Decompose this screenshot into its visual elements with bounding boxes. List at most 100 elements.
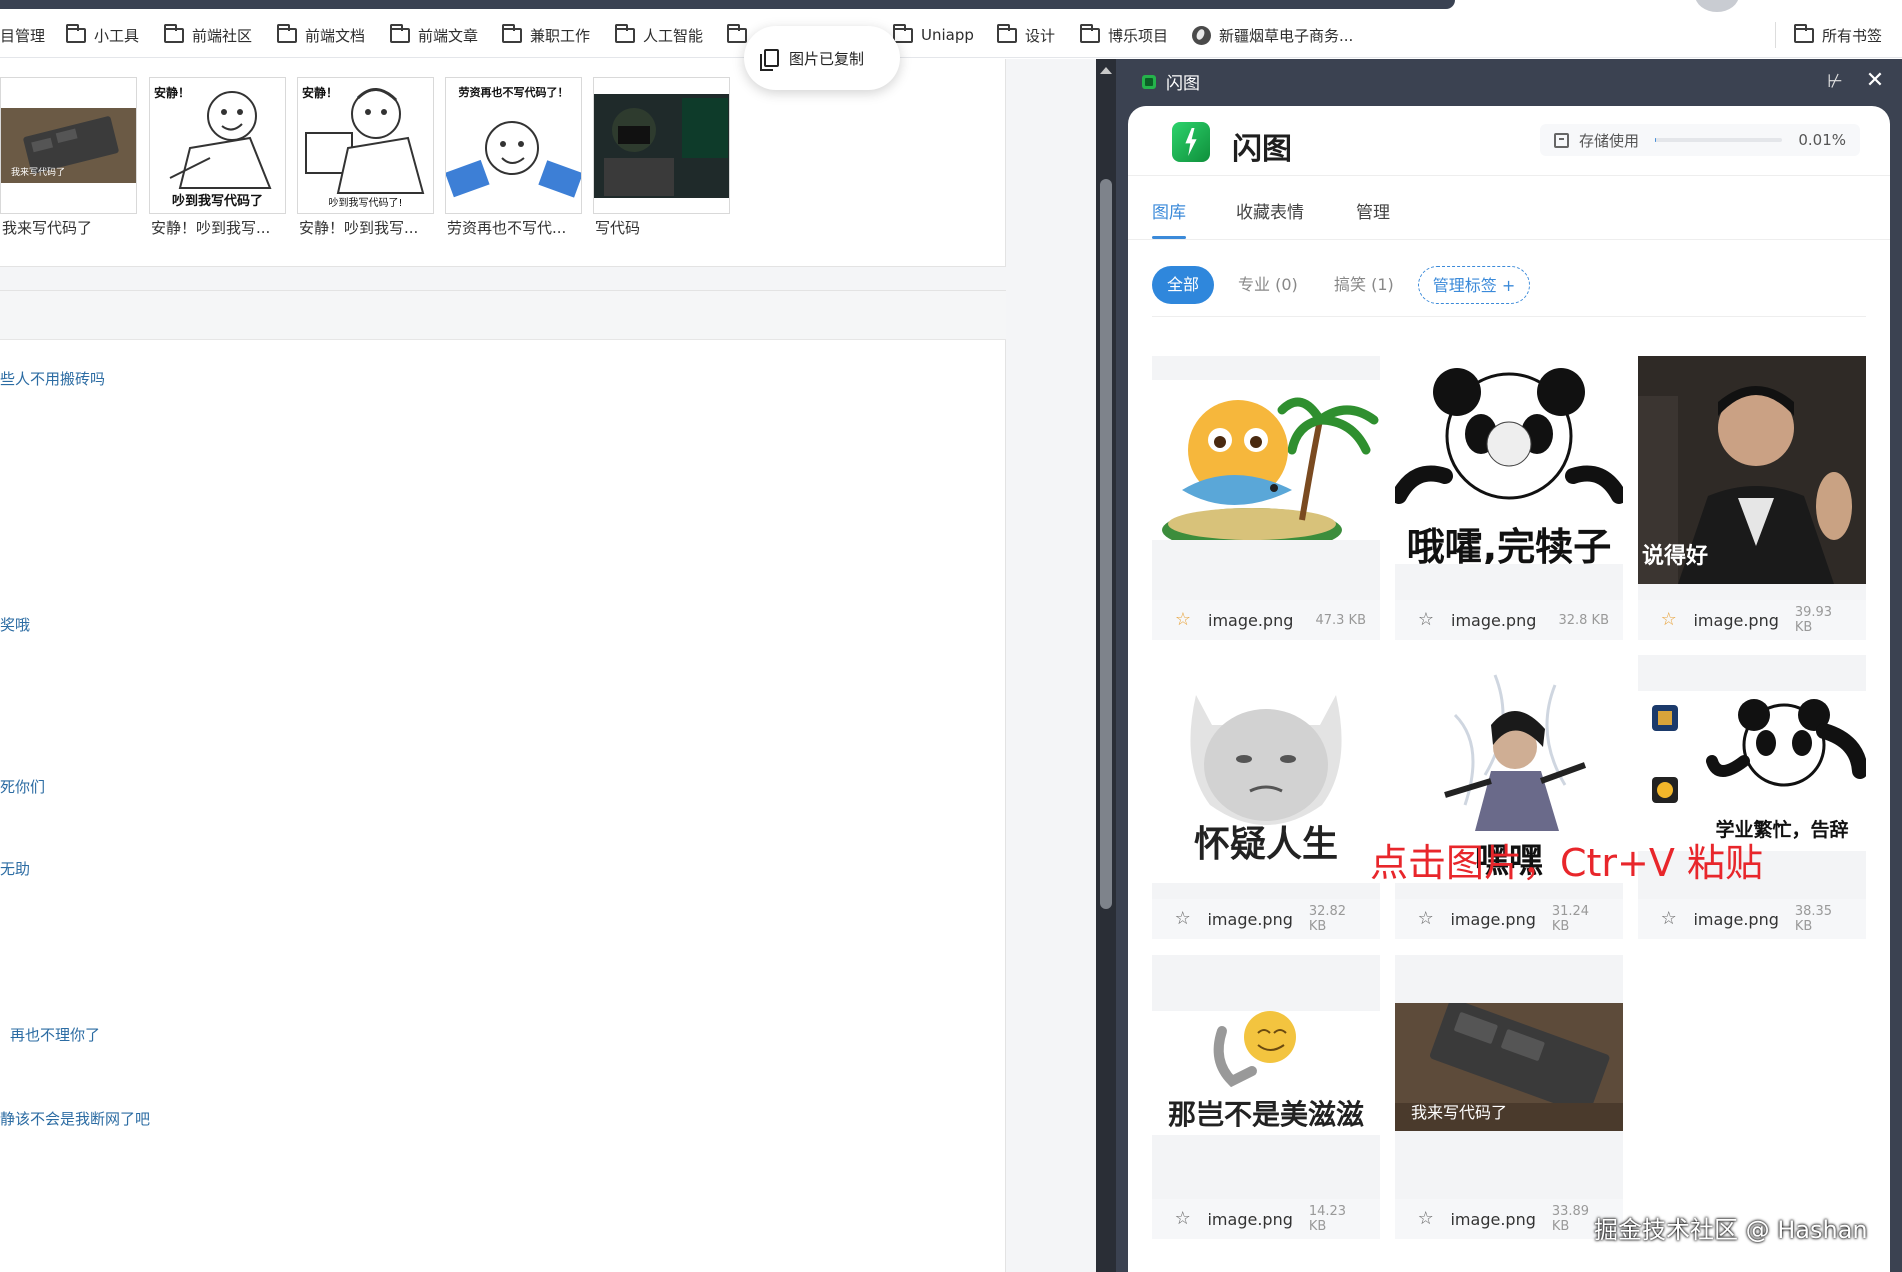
file-size: 32.82 KB [1308, 904, 1347, 934]
tab-strip [0, 0, 1455, 9]
app-name: 闪图 [1232, 132, 1292, 167]
list-item[interactable]: 静该不会是我断网了吧 [0, 1108, 150, 1129]
folder-icon [390, 23, 410, 43]
image-card[interactable]: 怀疑人生 ☆ image.png 32.82 KB [1152, 655, 1380, 939]
image-card-footer: ☆ image.png 38.35 KB [1638, 899, 1866, 939]
thumbnail-caption: 安静！吵到我写... [151, 219, 271, 237]
bookmark-folder[interactable]: 小工具 [66, 22, 139, 48]
list-item[interactable]: 无助 [0, 858, 30, 879]
thumbnail[interactable]: 安静！ 吵到我写代码了! [297, 77, 434, 214]
bookmark-folder[interactable]: Uniapp [893, 22, 974, 48]
meme-caption: 怀疑人生 [1193, 824, 1338, 865]
folder-icon [1080, 23, 1100, 43]
file-name: image.png [1693, 909, 1779, 929]
unpin-icon[interactable]: ⊬ [1824, 71, 1846, 93]
list-item[interactable]: 死你们 [0, 776, 45, 797]
filter-all[interactable]: 全部 [1152, 266, 1214, 304]
thumbnail-card: 我来写代码了 安静！ 吵到我写代码了 安静！ 吵到我写代码了! 劳资再也不写代码… [0, 59, 1006, 267]
bookmark-item[interactable]: 目管理 [0, 22, 45, 48]
image-card-footer: ☆ image.png 47.3 KB [1152, 600, 1380, 640]
bookmark-folder[interactable]: 前端文章 [390, 22, 478, 48]
close-icon[interactable]: ✕ [1864, 69, 1886, 93]
manage-tags-button[interactable]: 管理标签 + [1418, 266, 1530, 304]
app-tabs: 图库 收藏表情 管理 [1128, 176, 1890, 240]
thumbnail[interactable]: 我来写代码了 [0, 77, 137, 214]
image-card-footer: ☆ image.png 39.93 KB [1638, 600, 1866, 640]
storage-usage: 存储使用 0.01% [1540, 124, 1860, 156]
all-bookmarks[interactable]: 所有书签 [1775, 22, 1882, 48]
bookmark-folder[interactable]: 博乐项目 [1080, 22, 1168, 48]
thumbnail-image: 我来写代码了 [1, 108, 136, 183]
bookmark-folder[interactable]: 前端文档 [277, 22, 365, 48]
image-card[interactable]: 那岂不是美滋滋 ☆ image.png 14.23 KB [1152, 955, 1380, 1239]
star-icon[interactable]: ☆ [1174, 611, 1192, 629]
thumbnail[interactable]: 安静！ 吵到我写代码了 [149, 77, 286, 214]
thumbnail[interactable] [593, 77, 730, 214]
meme-caption: 我来写代码了 [1411, 1103, 1508, 1122]
image-preview: 学业繁忙，告辞 [1638, 691, 1866, 851]
star-icon[interactable]: ☆ [1660, 910, 1677, 928]
browser-top-strip [0, 0, 1902, 12]
file-name: image.png [1208, 610, 1294, 630]
file-name: image.png [1450, 1209, 1536, 1229]
file-name: image.png [1207, 909, 1293, 929]
page-scrollbar[interactable] [1096, 59, 1116, 1272]
filter-pro[interactable]: 专业 (0) [1238, 266, 1298, 304]
bookmark-folder[interactable]: 设计 [997, 22, 1055, 48]
image-card-footer: ☆ image.png 32.82 KB [1152, 899, 1380, 939]
storage-progress-fill [1655, 138, 1657, 142]
storage-progress [1655, 138, 1782, 142]
image-preview [1152, 380, 1380, 540]
image-card[interactable]: 学业繁忙，告辞 ☆ image.png 38.35 KB [1638, 655, 1866, 939]
content-card: 些人不用搬砖吗 奖哦 死你们 无助 再也不理你了 静该不会是我断网了吧 [0, 290, 1006, 1272]
image-art [1162, 397, 1379, 540]
filter-funny[interactable]: 搞笑 (1) [1334, 266, 1394, 304]
thumbnail-caption: 安静！吵到我写... [299, 219, 419, 237]
bookmark-folder[interactable]: 人工智能 [615, 22, 703, 48]
bookmark-folder[interactable] [727, 22, 747, 48]
bookmark-folder[interactable]: 兼职工作 [502, 22, 590, 48]
bookmark-label: 前端文章 [418, 26, 479, 45]
image-card[interactable]: ☆ image.png 47.3 KB [1152, 356, 1380, 640]
bookmark-folder[interactable]: 前端社区 [164, 22, 252, 48]
image-card-footer: ☆ image.png 31.24 KB [1395, 899, 1623, 939]
scroll-up-icon[interactable] [1100, 67, 1112, 74]
list-item[interactable]: 奖哦 [0, 614, 30, 635]
image-card[interactable]: 说得好 ☆ image.png 39.93 KB [1638, 356, 1866, 640]
bookmark-site[interactable]: 新疆烟草电子商务... [1192, 22, 1353, 48]
bookmark-label: 所有书签 [1822, 26, 1883, 45]
image-preview: 那岂不是美滋滋 [1152, 1011, 1380, 1135]
star-icon[interactable]: ☆ [1417, 910, 1434, 928]
bookmark-label: 小工具 [94, 26, 140, 45]
scrollbar-thumb[interactable] [1100, 179, 1112, 909]
list-item[interactable]: 再也不理你了 [10, 1024, 100, 1045]
folder-icon [727, 23, 747, 43]
thumbnail-caption: 写代码 [595, 219, 641, 237]
bookmark-label: 兼职工作 [530, 26, 591, 45]
image-card[interactable]: 嘿嘿 ☆ image.png 31.24 KB [1395, 655, 1623, 939]
star-icon[interactable]: ☆ [1174, 1210, 1191, 1228]
tab-gallery[interactable]: 图库 [1152, 198, 1186, 223]
image-card[interactable]: 我来写代码了 ☆ image.png 33.89 KB [1395, 955, 1623, 1239]
list-item[interactable]: 些人不用搬砖吗 [0, 368, 105, 389]
thumbnail[interactable]: 劳资再也不写代码了！ [445, 77, 582, 214]
star-icon[interactable]: ☆ [1417, 1210, 1434, 1228]
star-icon[interactable]: ☆ [1417, 611, 1435, 629]
image-card[interactable]: 哦嚯,完犊子 ☆ image.png 32.8 KB [1395, 356, 1623, 640]
bookmark-label: 人工智能 [643, 26, 704, 45]
folder-icon [997, 23, 1017, 43]
tab-manage[interactable]: 管理 [1356, 198, 1390, 223]
file-size: 32.8 KB [1558, 612, 1609, 628]
app-logo-icon [1172, 122, 1210, 162]
star-icon[interactable]: ☆ [1660, 611, 1677, 629]
profile-avatar[interactable] [1695, 0, 1739, 12]
file-size: 39.93 KB [1794, 605, 1833, 635]
folder-icon [164, 23, 184, 43]
bookmark-label: Uniapp [921, 26, 974, 44]
meme-caption: 说得好 [1642, 544, 1709, 569]
bookmarks-bar: 目管理 小工具 前端社区 前端文档 前端文章 兼职工作 人工智能 Uniapp … [0, 12, 1902, 58]
thumbnail-caption: 劳资再也不写代... [447, 219, 567, 237]
star-icon[interactable]: ☆ [1174, 910, 1191, 928]
tab-favorites[interactable]: 收藏表情 [1236, 198, 1304, 223]
copy-icon [760, 49, 779, 71]
